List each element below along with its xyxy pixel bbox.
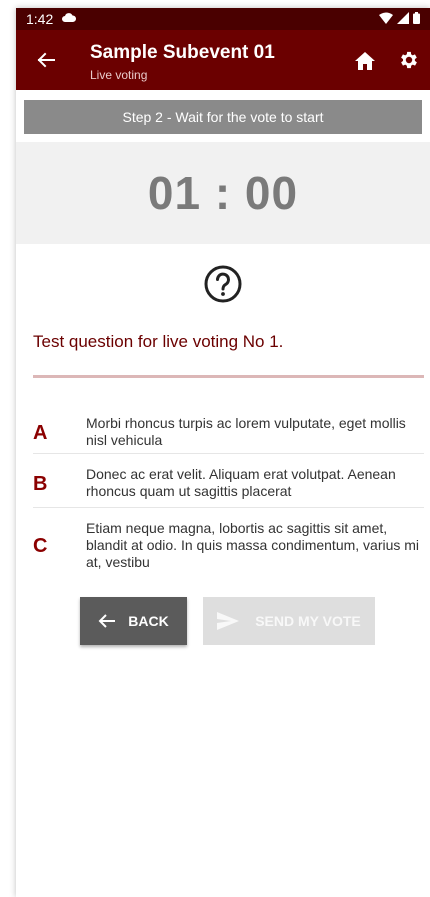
question-divider	[33, 375, 424, 378]
question-text: Test question for live voting No 1.	[33, 332, 284, 351]
send-button-label: SEND MY VOTE	[255, 613, 361, 629]
status-icons	[379, 12, 420, 24]
cloud-icon	[62, 13, 76, 22]
status-time: 1:42	[26, 11, 54, 27]
answer-option-c[interactable]: C Etiam neque magna, lobortis ac sagitti…	[33, 508, 424, 578]
signal-icon	[397, 12, 409, 24]
countdown-timer: 01 : 00	[147, 167, 299, 219]
step-banner: Step 2 - Wait for the vote to start	[24, 100, 422, 134]
arrow-left-icon	[98, 614, 116, 628]
home-icon[interactable]	[354, 51, 376, 71]
page-title: Sample Subevent 01	[90, 42, 275, 63]
step-banner-text: Step 2 - Wait for the vote to start	[122, 109, 324, 125]
answer-text: Donec ac erat velit. Aliquam erat volutp…	[86, 466, 396, 499]
timer-panel: 01 : 00	[16, 142, 430, 244]
answer-text: Etiam neque magna, lobortis ac sagittis …	[86, 520, 420, 570]
back-button-label: BACK	[128, 613, 169, 629]
answer-option-b[interactable]: B Donec ac erat velit. Aliquam erat volu…	[33, 454, 424, 508]
answer-option-a[interactable]: A Morbi rhoncus turpis ac lorem vulputat…	[33, 405, 424, 454]
phone-screen: 1:42 Sample Subevent 01 Live voting Step…	[16, 8, 430, 897]
help-circle-icon	[204, 265, 242, 303]
answer-text: Morbi rhoncus turpis ac lorem vulputate,…	[86, 415, 406, 448]
answer-letter: A	[33, 422, 48, 444]
gear-icon[interactable]	[398, 49, 420, 71]
back-button[interactable]: BACK	[80, 597, 187, 645]
app-bar: Sample Subevent 01 Live voting	[16, 30, 430, 90]
answer-list: A Morbi rhoncus turpis ac lorem vulputat…	[33, 405, 424, 578]
status-bar: 1:42	[16, 8, 430, 30]
back-arrow-icon[interactable]	[36, 50, 56, 70]
send-icon	[217, 612, 240, 630]
wifi-icon	[379, 12, 393, 24]
battery-icon	[413, 12, 420, 24]
answer-letter: B	[33, 473, 48, 495]
page-subtitle: Live voting	[90, 68, 148, 82]
send-vote-button[interactable]: SEND MY VOTE	[203, 597, 375, 645]
answer-letter: C	[33, 535, 48, 557]
